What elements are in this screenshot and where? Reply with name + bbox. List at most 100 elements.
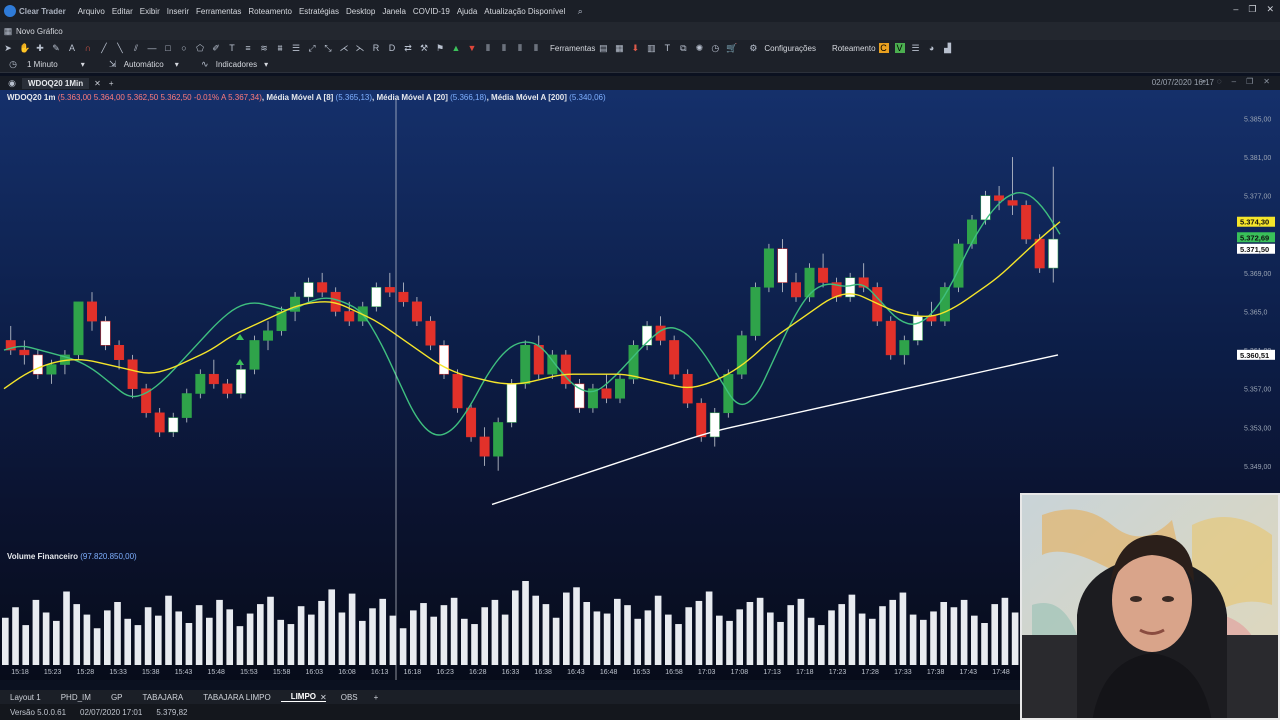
gear-small-icon[interactable]: ✺	[694, 43, 704, 53]
text-icon[interactable]: A	[67, 43, 77, 53]
bars3-icon[interactable]: ⦀	[515, 43, 525, 53]
chart-tab[interactable]: WDOQ20 1Min	[22, 77, 90, 89]
expand-icon[interactable]: ⤢	[307, 43, 317, 53]
close-tab-icon[interactable]: ✕	[94, 79, 101, 88]
line-icon[interactable]: ╱	[99, 43, 109, 53]
candle-body	[574, 383, 585, 409]
menu-item-9[interactable]: COVID-19	[413, 7, 450, 16]
edit-icon[interactable]: ✎	[51, 43, 61, 53]
menu-item-10[interactable]: Ajuda	[457, 7, 477, 16]
hand-icon[interactable]: ✋	[19, 43, 30, 53]
chart-tab-bar: ◉ WDOQ20 1Min ✕ + 02/07/2020 16:17 ⚭ ◌ –…	[0, 76, 1280, 90]
volume-bar	[552, 617, 560, 665]
close-chart-icon[interactable]: ✕	[1263, 77, 1270, 86]
status-datetime: 02/07/2020 17:01	[80, 707, 143, 717]
text-tool-icon[interactable]: T	[227, 43, 237, 53]
menu-item-11[interactable]: Atualização Disponível	[484, 7, 565, 16]
clock-icon[interactable]: ◷	[710, 43, 720, 53]
circle-icon[interactable]: ○	[179, 43, 189, 53]
volume-bar	[644, 610, 652, 665]
candle-body	[208, 373, 219, 385]
magnet-icon[interactable]: ∩	[83, 43, 93, 53]
gann-fan-icon[interactable]: ⋋	[355, 43, 365, 53]
workspace-tab-4[interactable]: TABAJARA LIMPO	[193, 693, 280, 702]
flag-icon[interactable]: ⚑	[435, 43, 445, 53]
rectangle-icon[interactable]: □	[163, 43, 173, 53]
volume-bar	[767, 612, 774, 665]
menu-item-7[interactable]: Desktop	[346, 7, 375, 16]
new-chart-button[interactable]: Novo Gráfico	[16, 27, 63, 36]
add-workspace-tab-icon[interactable]: +	[374, 693, 379, 702]
ray-icon[interactable]: ╲	[115, 43, 125, 53]
collapse-icon[interactable]: ⤡	[323, 43, 333, 53]
maximize-chart-icon[interactable]: ❐	[1246, 77, 1253, 86]
link-icon[interactable]: ⚭	[1200, 77, 1207, 86]
search-icon[interactable]: ⌕	[575, 6, 585, 16]
r-icon[interactable]: R	[371, 43, 381, 53]
tools-menu[interactable]: Ferramentas	[550, 44, 595, 53]
fibonacci-icon[interactable]: ≡	[243, 43, 253, 53]
pie-icon[interactable]: ◕	[927, 43, 937, 53]
scale-mode-select[interactable]: ⇲ Automático ▾	[105, 59, 179, 69]
polygon-icon[interactable]: ⬠	[195, 43, 205, 53]
menu-item-1[interactable]: Editar	[112, 7, 133, 16]
lock-icon[interactable]: ◌	[1217, 77, 1222, 86]
minimize-button[interactable]: –	[1233, 4, 1238, 15]
volume-bar	[12, 607, 19, 665]
channel-icon[interactable]: ⫽	[131, 43, 141, 53]
menu-item-5[interactable]: Roteamento	[248, 7, 292, 16]
d-icon[interactable]: D	[387, 43, 397, 53]
x-tick-label: 17:03	[698, 669, 716, 676]
crosshair-icon[interactable]: ✚	[35, 43, 45, 53]
menu-item-0[interactable]: Arquivo	[78, 7, 105, 16]
maximize-button[interactable]: ❐	[1248, 4, 1256, 15]
close-workspace-tab-icon[interactable]: ✕	[320, 693, 327, 702]
list-icon[interactable]: ☰	[911, 43, 921, 53]
cart-icon[interactable]: 🛒	[726, 43, 737, 53]
bars4-icon[interactable]: ⦀	[531, 43, 541, 53]
tools-icon[interactable]: ⚒	[419, 43, 429, 53]
fib-time-icon[interactable]: ⩩	[275, 43, 285, 53]
menu-item-6[interactable]: Estratégias	[299, 7, 339, 16]
candle-body	[439, 345, 449, 375]
fib-ext-icon[interactable]: ☰	[291, 43, 301, 53]
drawing-toolbar: ➤ ✋ ✚ ✎ A ∩ ╱ ╲ ⫽ — □ ○ ⬠ ✐ T ≡ ≋ ⩩ ☰ ⤢ …	[0, 40, 1280, 56]
arrow-down-icon[interactable]: ⬇	[630, 43, 640, 53]
bars2-icon[interactable]: ⦀	[499, 43, 509, 53]
calculator-icon[interactable]: ▤	[598, 43, 608, 53]
menu-item-4[interactable]: Ferramentas	[196, 7, 241, 16]
grid-icon[interactable]: ▦	[614, 43, 624, 53]
camera-icon[interactable]: ⧉	[678, 43, 688, 53]
signal-icon[interactable]: ▟	[943, 43, 953, 53]
timeframe-select[interactable]: 1 Minuto ▾	[27, 60, 85, 69]
routing-menu[interactable]: Roteamento	[832, 44, 876, 53]
menu-item-3[interactable]: Inserir	[167, 7, 189, 16]
bars-icon[interactable]: ⦀	[483, 43, 493, 53]
workspace-tab-2[interactable]: GP	[101, 693, 133, 702]
workspace-tab-6[interactable]: OBS	[331, 693, 368, 702]
pointer-icon[interactable]: ➤	[3, 43, 13, 53]
workspace-tab-3[interactable]: TABAJARA	[133, 693, 194, 702]
volume-bar	[858, 613, 866, 665]
workspace-tab-0[interactable]: Layout 1	[0, 693, 51, 702]
c-badge-icon[interactable]: C	[878, 43, 889, 53]
settings-button[interactable]: ⚙ Configurações	[745, 43, 816, 53]
t-icon[interactable]: T	[662, 43, 672, 53]
fib-fan-icon[interactable]: ≋	[259, 43, 269, 53]
workspace-tab-1[interactable]: PHD_IM	[51, 693, 101, 702]
indicators-button[interactable]: ∿ Indicadores ▾	[197, 59, 268, 69]
down-arrow-icon[interactable]: ▼	[467, 43, 477, 53]
pencil-icon[interactable]: ✐	[211, 43, 221, 53]
book-icon[interactable]: ▥	[646, 43, 656, 53]
v-badge-icon[interactable]: V	[894, 43, 905, 53]
gann-icon[interactable]: ⋌	[339, 43, 349, 53]
menu-item-2[interactable]: Exibir	[140, 7, 160, 16]
up-arrow-icon[interactable]: ▲	[451, 43, 461, 53]
close-button[interactable]: ✕	[1266, 4, 1274, 15]
x-tick-label: 16:43	[567, 669, 585, 676]
menu-item-8[interactable]: Janela	[382, 7, 406, 16]
add-tab-icon[interactable]: +	[109, 79, 114, 88]
minimize-chart-icon[interactable]: –	[1232, 77, 1236, 86]
arrows-icon[interactable]: ⇄	[403, 43, 413, 53]
hline-icon[interactable]: —	[147, 43, 157, 53]
